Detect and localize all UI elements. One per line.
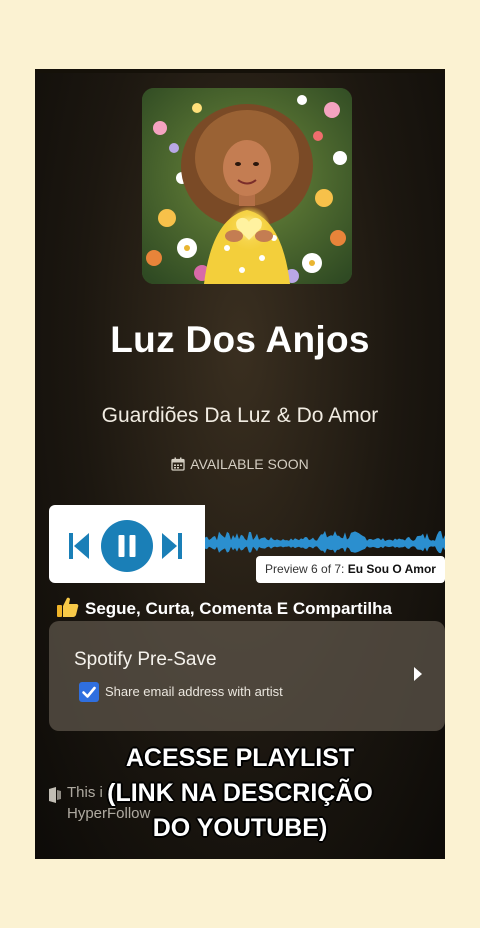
pause-icon[interactable] [101, 520, 153, 577]
share-email-label: Share email address with artist [105, 684, 283, 699]
preview-counter: Preview 6 of 7: [265, 562, 345, 576]
next-track-icon[interactable] [162, 533, 182, 564]
caption-line-3: DO YOUTUBE) [152, 814, 328, 842]
top-edge [35, 69, 445, 73]
audio-player-controls [49, 505, 205, 583]
video-caption-overlay: ACESSE PLAYLIST (LINK NA DESCRIÇÃO DO YO… [35, 741, 445, 846]
availability-status: AVAILABLE SOON [35, 456, 445, 474]
track-name: Eu Sou O Amor [347, 562, 436, 576]
availability-text: AVAILABLE SOON [190, 456, 309, 472]
presave-title: Spotify Pre-Save [74, 649, 217, 670]
cta-text: Segue, Curta, Comenta E Compartilha [85, 599, 392, 618]
checkmark-icon [82, 686, 96, 698]
release-title: Luz Dos Anjos [110, 319, 370, 360]
app-screen: Luz Dos Anjos Guardiões Da Luz & Do Amor… [35, 69, 445, 859]
calendar-icon [171, 457, 185, 474]
artist-name: Guardiões Da Luz & Do Amor [101, 404, 379, 427]
spotify-presave-card[interactable]: Spotify Pre-Save Share email address wit… [49, 621, 445, 731]
preview-label: Preview 6 of 7: Eu Sou O Amor [256, 556, 445, 583]
thumbs-up-icon [57, 597, 79, 622]
call-to-action: Segue, Curta, Comenta E Compartilha [57, 597, 445, 622]
caret-right-icon[interactable] [413, 667, 423, 686]
previous-track-icon[interactable] [69, 533, 89, 564]
caption-line-2: (LINK NA DESCRIÇÃO [107, 779, 373, 807]
share-email-checkbox[interactable] [79, 682, 99, 702]
caption-line-1: ACESSE PLAYLIST [125, 744, 355, 772]
album-cover [142, 88, 352, 284]
